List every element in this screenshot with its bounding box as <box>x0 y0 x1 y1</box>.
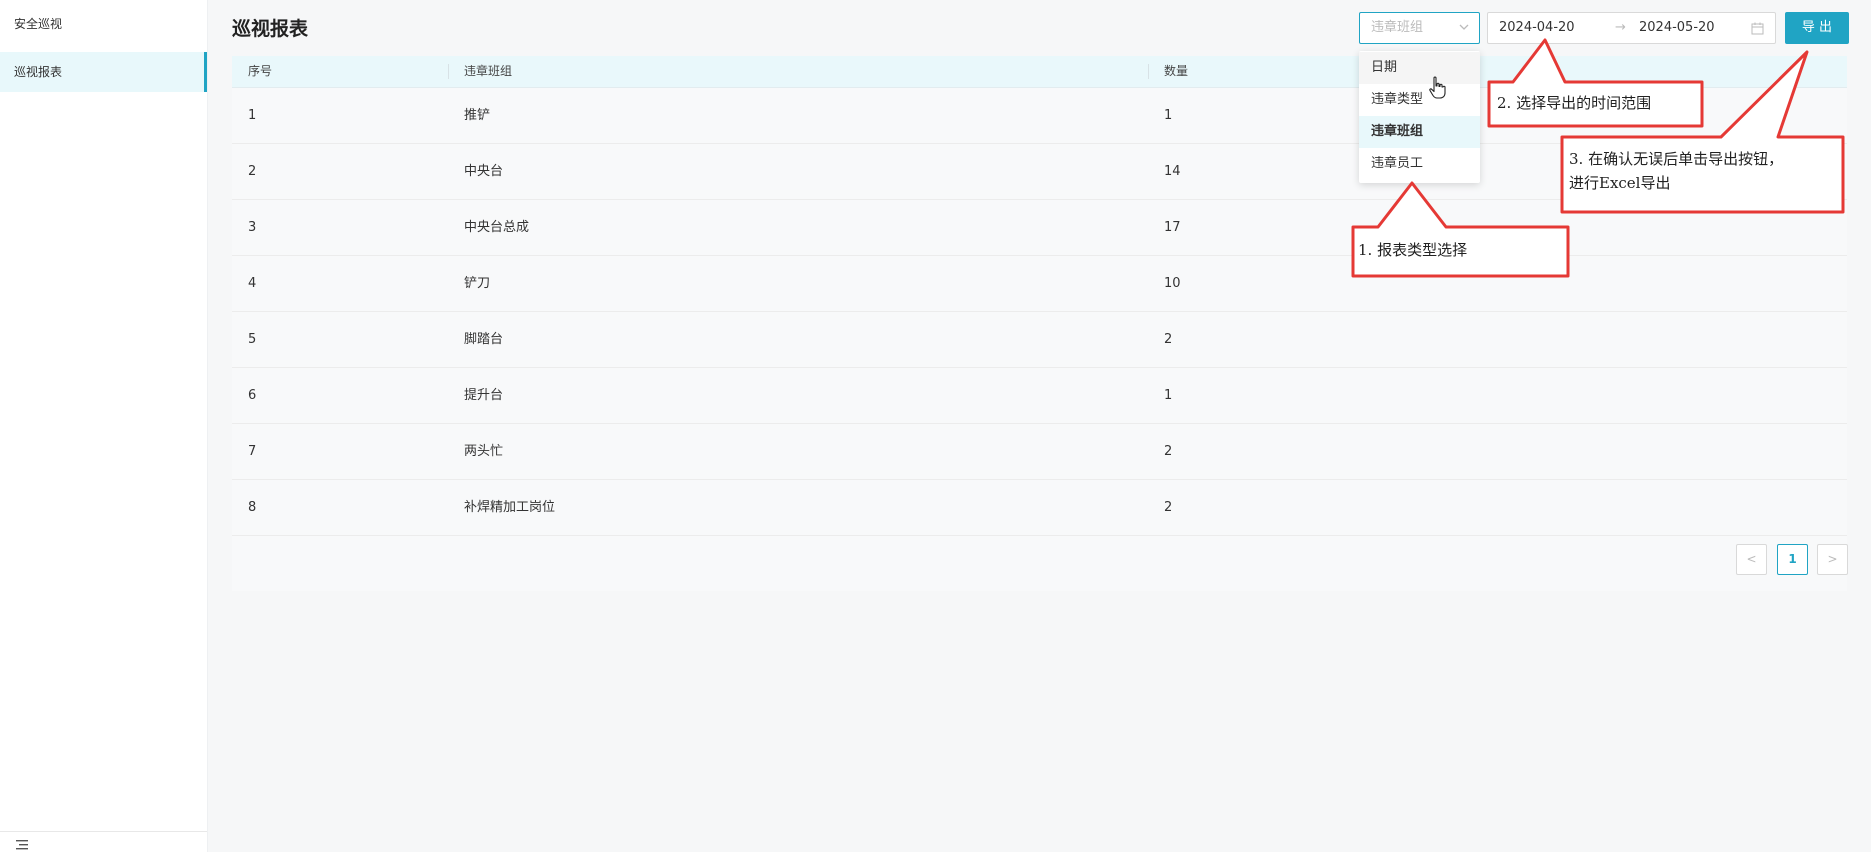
table-header: 序号 违章班组 数量 <box>232 56 1847 88</box>
table-row[interactable]: 6 提升台 1 <box>232 368 1847 424</box>
report-type-select[interactable]: 违章班组 <box>1359 12 1480 44</box>
hand-pointer-icon <box>1429 76 1446 99</box>
cell-index: 1 <box>248 108 257 123</box>
sidebar: 安全巡视 巡视报表 <box>0 0 208 852</box>
cell-count: 2 <box>1164 500 1173 515</box>
chevron-down-icon <box>1459 24 1469 30</box>
dropdown-option-violation-type[interactable]: 违章类型 <box>1359 84 1480 116</box>
cell-index: 4 <box>248 276 257 291</box>
sidebar-item-patrol-report[interactable]: 巡视报表 <box>0 52 207 92</box>
table-row[interactable]: 5 脚踏台 2 <box>232 312 1847 368</box>
cell-index: 3 <box>248 220 257 235</box>
cell-team: 脚踏台 <box>464 332 504 347</box>
cell-team: 两头忙 <box>464 444 504 459</box>
callout-3-line-1: 3. 在确认无误后单击导出按钮， <box>1569 150 1784 168</box>
prev-page-button[interactable]: < <box>1736 544 1767 575</box>
report-table: 序号 违章班组 数量 1 推铲 1 2 中央台 14 3 中央台总成 17 4 … <box>232 56 1847 591</box>
report-type-placeholder: 违章班组 <box>1371 20 1424 35</box>
page-title: 巡视报表 <box>232 18 309 40</box>
cell-index: 7 <box>248 444 257 459</box>
dropdown-option-violation-staff[interactable]: 违章员工 <box>1359 148 1480 180</box>
cell-team: 铲刀 <box>464 276 491 291</box>
cell-count: 1 <box>1164 108 1173 123</box>
dropdown-option-violation-team[interactable]: 违章班组 <box>1359 116 1480 148</box>
cell-team: 中央台 <box>464 164 504 179</box>
cell-count: 1 <box>1164 388 1173 403</box>
column-divider <box>1148 64 1149 79</box>
calendar-icon <box>1751 22 1764 35</box>
date-range-arrow-icon: → <box>1615 20 1626 35</box>
callout-1-text: 1. 报表类型选择 <box>1358 241 1468 259</box>
date-range-picker[interactable]: 2024-04-20 → 2024-05-20 <box>1487 12 1776 44</box>
table-row[interactable]: 7 两头忙 2 <box>232 424 1847 480</box>
column-header-index: 序号 <box>248 64 273 78</box>
column-divider <box>448 64 449 79</box>
cell-team: 补焊精加工岗位 <box>464 500 556 515</box>
report-type-dropdown: 日期 违章类型 违章班组 违章员工 <box>1359 51 1480 183</box>
cell-team: 提升台 <box>464 388 504 403</box>
cell-count: 2 <box>1164 444 1173 459</box>
sidebar-footer <box>0 831 207 852</box>
dropdown-option-date[interactable]: 日期 <box>1359 52 1480 84</box>
cell-count: 14 <box>1164 164 1181 179</box>
callout-3-text: 3. 在确认无误后单击导出按钮， 进行Excel导出 <box>1569 147 1837 195</box>
cell-index: 2 <box>248 164 257 179</box>
date-start-input[interactable]: 2024-04-20 <box>1499 13 1575 43</box>
table-row[interactable]: 3 中央台总成 17 <box>232 200 1847 256</box>
cell-index: 6 <box>248 388 257 403</box>
cell-index: 5 <box>248 332 257 347</box>
date-end-input[interactable]: 2024-05-20 <box>1639 13 1715 43</box>
menu-collapse-icon[interactable] <box>16 840 28 850</box>
export-button[interactable]: 导 出 <box>1785 12 1849 44</box>
current-page-button[interactable]: 1 <box>1777 544 1808 575</box>
cell-team: 中央台总成 <box>464 220 530 235</box>
callout-3-line-2: 进行Excel导出 <box>1569 174 1671 192</box>
next-page-button[interactable]: > <box>1817 544 1848 575</box>
cell-team: 推铲 <box>464 108 491 123</box>
cell-count: 10 <box>1164 276 1181 291</box>
column-header-count: 数量 <box>1164 64 1189 78</box>
cell-index: 8 <box>248 500 257 515</box>
sidebar-item-safety-patrol[interactable]: 安全巡视 <box>0 4 207 44</box>
cell-count: 2 <box>1164 332 1173 347</box>
table-row[interactable]: 4 铲刀 10 <box>232 256 1847 312</box>
callout-2-text: 2. 选择导出的时间范围 <box>1497 94 1652 112</box>
column-header-team: 违章班组 <box>464 64 513 78</box>
cell-count: 17 <box>1164 220 1181 235</box>
table-row[interactable]: 8 补焊精加工岗位 2 <box>232 480 1847 536</box>
